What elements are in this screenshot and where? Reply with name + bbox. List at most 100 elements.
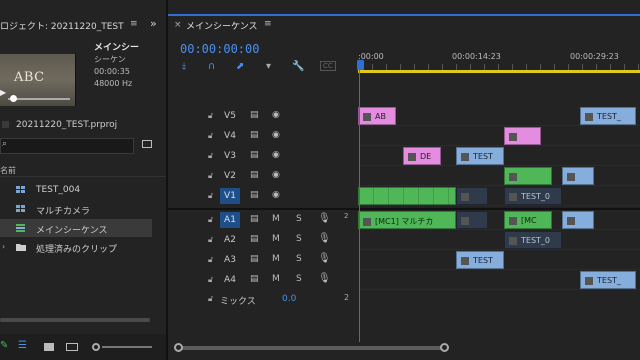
lock-icon[interactable]: 🔓︎ (208, 111, 213, 121)
settings-icon[interactable]: 🔧 (292, 61, 304, 72)
lock-icon[interactable]: 🔓︎ (208, 294, 213, 304)
lock-icon[interactable]: 🔓︎ (208, 235, 213, 245)
solo-button[interactable]: S (296, 254, 302, 264)
snap-icon[interactable]: ∩ (208, 61, 215, 72)
scrollbar-left-handle[interactable] (174, 343, 183, 352)
clip-v1-mc[interactable] (358, 187, 456, 205)
scrubber-knob[interactable] (10, 95, 17, 102)
freeform-view-icon[interactable] (66, 343, 78, 351)
timeline-tab-title[interactable]: メインシーケンス (186, 19, 258, 32)
clip-v5-test[interactable]: TEST_ (580, 107, 636, 125)
eye-icon[interactable]: ◉ (272, 170, 280, 180)
lock-icon[interactable]: 🔓︎ (208, 171, 213, 181)
close-icon[interactable]: × (174, 20, 182, 30)
mute-button[interactable]: M (272, 214, 280, 224)
eye-icon[interactable]: ◉ (272, 110, 280, 120)
clip-a1-mc1[interactable]: [MC1] マルチカ (358, 211, 456, 229)
clip-a1-dark[interactable] (456, 211, 488, 229)
microphone-icon[interactable]: 🎙︎ (318, 233, 331, 244)
mute-button[interactable]: M (272, 234, 280, 244)
track-lane[interactable] (358, 126, 640, 146)
sync-lock-icon[interactable]: ▤ (250, 150, 259, 160)
list-item[interactable]: メインシーケンス (0, 219, 152, 237)
new-bin-icon[interactable] (142, 140, 152, 148)
track-lane[interactable] (358, 166, 640, 186)
eye-icon[interactable]: ◉ (272, 190, 280, 200)
clip-a2-test[interactable]: TEST_0 (504, 231, 562, 249)
list-view-icon[interactable]: ☰ (18, 340, 27, 351)
microphone-icon[interactable]: 🎙︎ (318, 253, 331, 264)
track-name[interactable]: V2 (220, 168, 240, 184)
eye-icon[interactable]: ◉ (272, 150, 280, 160)
clip-v5-ab[interactable]: AB (358, 107, 396, 125)
expand-chevron-icon[interactable]: › (2, 242, 5, 251)
clip-v4[interactable] (504, 127, 541, 145)
sync-lock-icon[interactable]: ▤ (250, 190, 259, 200)
hamburger-icon[interactable]: ≡ (264, 19, 272, 29)
track-name[interactable]: V4 (220, 128, 240, 144)
hamburger-icon[interactable]: ≡ (130, 19, 138, 29)
clip-v1-dark[interactable] (456, 187, 488, 205)
track-name[interactable]: A4 (220, 272, 240, 288)
column-name-header[interactable]: 名前 (0, 165, 16, 176)
linked-selection-icon[interactable]: ⬈ (236, 61, 244, 72)
track-name[interactable]: V3 (220, 148, 240, 164)
clip-a3-test[interactable]: TEST (456, 251, 504, 269)
track-name[interactable]: A3 (220, 252, 240, 268)
scrollbar-right-handle[interactable] (440, 343, 449, 352)
zoom-slider-knob[interactable] (92, 343, 100, 351)
timecode-display[interactable]: 00:00:00:00 (180, 42, 259, 56)
list-item[interactable]: マルチカメラ (0, 200, 152, 218)
project-scrollbar[interactable] (0, 318, 150, 322)
mix-volume-value[interactable]: 0.0 (282, 294, 296, 304)
solo-button[interactable]: S (296, 274, 302, 284)
clip-a1-mc[interactable]: [MC (504, 211, 552, 229)
search-input[interactable] (0, 138, 134, 154)
track-name[interactable]: V5 (220, 108, 240, 124)
pencil-icon[interactable]: ✎ (0, 340, 8, 351)
mute-button[interactable]: M (272, 274, 280, 284)
sync-lock-icon[interactable]: ▤ (250, 110, 259, 120)
clip-v1-test[interactable]: TEST_0 (504, 187, 562, 205)
lock-icon[interactable]: 🔓︎ (208, 151, 213, 161)
double-chevron-icon[interactable]: » (150, 17, 157, 30)
solo-button[interactable]: S (296, 214, 302, 224)
track-lane[interactable] (358, 230, 640, 250)
lock-icon[interactable]: 🔓︎ (208, 131, 213, 141)
captions-icon[interactable]: CC (320, 61, 336, 71)
microphone-icon[interactable]: 🎙︎ (318, 273, 331, 284)
lock-icon[interactable]: 🔓︎ (208, 275, 213, 285)
lock-icon[interactable]: 🔓︎ (208, 215, 213, 225)
eye-icon[interactable]: ◉ (272, 130, 280, 140)
sync-lock-icon[interactable]: ▤ (250, 234, 259, 244)
insert-tool-icon[interactable]: ⤈ (182, 61, 186, 72)
icon-view-icon[interactable] (44, 343, 54, 351)
clip-v2-green[interactable] (504, 167, 552, 185)
lock-icon[interactable]: 🔓︎ (208, 191, 213, 201)
sync-lock-icon[interactable]: ▤ (250, 274, 259, 284)
track-name[interactable]: A2 (220, 232, 240, 248)
clip-v3-test[interactable]: TEST (456, 147, 504, 165)
sync-lock-icon[interactable]: ▤ (250, 170, 259, 180)
clip-a4-test[interactable]: TEST_ (580, 271, 636, 289)
clip-a1-blue[interactable] (562, 211, 594, 229)
clip-v2-blue[interactable] (562, 167, 594, 185)
track-name[interactable]: A1 (220, 212, 240, 228)
list-item[interactable]: › 処理済みのクリップ (0, 238, 152, 256)
sync-lock-icon[interactable]: ▤ (250, 130, 259, 140)
zoom-slider[interactable] (102, 346, 152, 348)
sync-lock-icon[interactable]: ▤ (250, 254, 259, 264)
playhead-handle[interactable] (357, 60, 364, 70)
project-tab-title[interactable]: ロジェクト: 20211220_TEST (0, 19, 124, 32)
file-checkbox[interactable] (2, 121, 9, 128)
timeline-scrollbar[interactable] (178, 346, 446, 350)
marker-icon[interactable]: ▾ (266, 61, 271, 72)
playhead-line[interactable] (359, 70, 360, 342)
play-icon[interactable]: ▶ (0, 88, 6, 97)
lock-icon[interactable]: 🔓︎ (208, 255, 213, 265)
sync-lock-icon[interactable]: ▤ (250, 214, 259, 224)
solo-button[interactable]: S (296, 234, 302, 244)
work-area-bar[interactable] (358, 70, 640, 73)
mute-button[interactable]: M (272, 254, 280, 264)
track-name[interactable]: V1 (220, 188, 240, 204)
